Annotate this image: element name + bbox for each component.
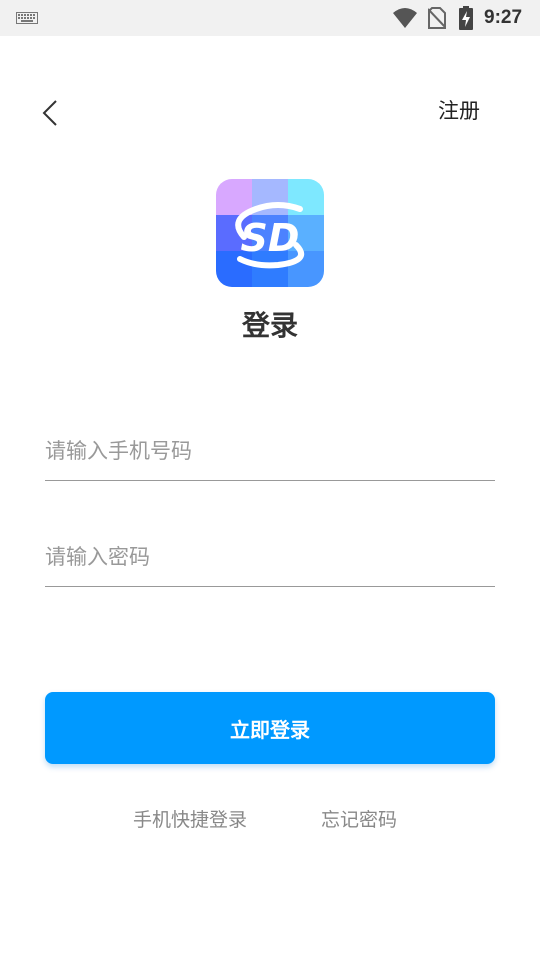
no-sim-icon [428, 7, 446, 29]
sd-logo-mark: SD [235, 202, 304, 269]
page-title: 登录 [241, 309, 298, 342]
wifi-icon [393, 8, 417, 28]
status-time: 9:27 [484, 7, 523, 28]
password-input[interactable] [45, 527, 495, 586]
back-button[interactable] [34, 96, 66, 130]
logo-text: SD [241, 216, 300, 260]
keyboard-icon [16, 12, 38, 24]
quick-login-link[interactable]: 手机快捷登录 [133, 806, 247, 834]
chevron-left-icon [42, 100, 57, 126]
phone-field [45, 421, 495, 481]
forgot-password-link[interactable]: 忘记密码 [321, 806, 397, 834]
battery-charging-icon [459, 6, 473, 30]
register-link[interactable]: 注册 [438, 96, 480, 126]
status-bar: 9:27 [0, 0, 540, 36]
app-logo: SD [216, 179, 324, 287]
login-button[interactable]: 立即登录 [45, 692, 495, 764]
phone-input[interactable] [45, 421, 495, 480]
password-field [45, 527, 495, 587]
